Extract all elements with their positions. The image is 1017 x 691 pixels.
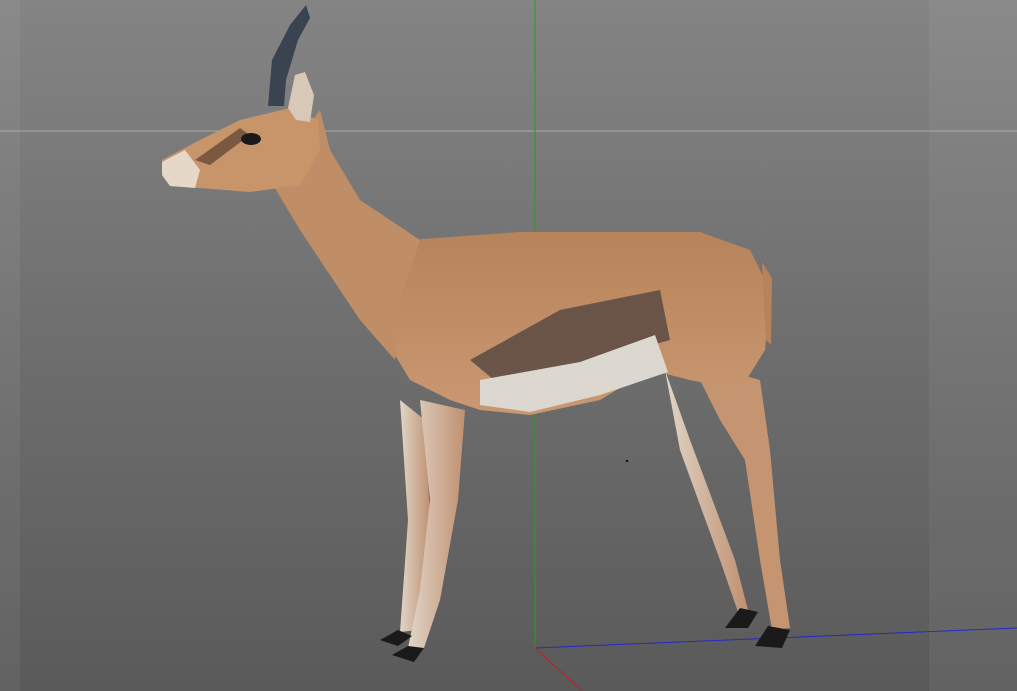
gazelle-model[interactable] — [162, 5, 790, 662]
hoof — [380, 630, 412, 646]
scene-point — [625, 459, 629, 463]
scene-canvas[interactable] — [0, 0, 1017, 691]
eye — [241, 133, 261, 145]
hoof — [392, 646, 424, 662]
hoof — [725, 608, 758, 628]
hoof — [755, 626, 790, 648]
x-axis-line — [534, 647, 583, 691]
3d-viewport[interactable] — [0, 0, 1017, 691]
